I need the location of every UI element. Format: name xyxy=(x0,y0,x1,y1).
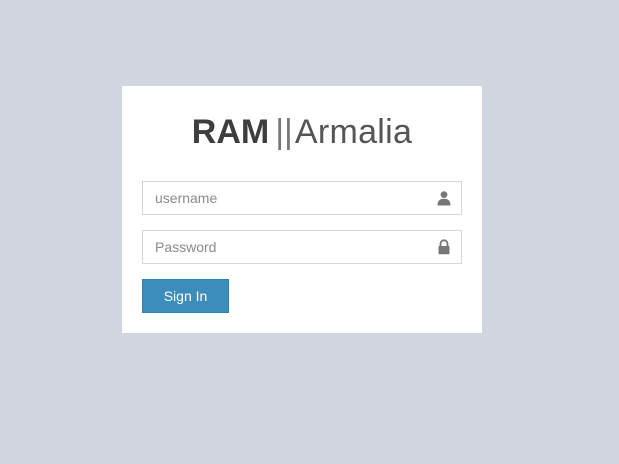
brand-name-bold: RAM xyxy=(191,113,270,151)
brand-name-light: Armalia xyxy=(294,113,413,151)
login-box: RAM||Armalia Sign In xyxy=(122,86,482,333)
password-field-group xyxy=(142,230,462,264)
user-icon xyxy=(436,190,452,206)
brand-separator: || xyxy=(275,113,293,151)
lock-icon xyxy=(436,239,452,255)
login-logo: RAM ||Armalia xyxy=(122,112,482,152)
password-input[interactable] xyxy=(143,231,423,263)
sign-in-button[interactable]: Sign In xyxy=(142,279,229,313)
username-input[interactable] xyxy=(143,182,423,214)
username-field-group xyxy=(142,181,462,215)
